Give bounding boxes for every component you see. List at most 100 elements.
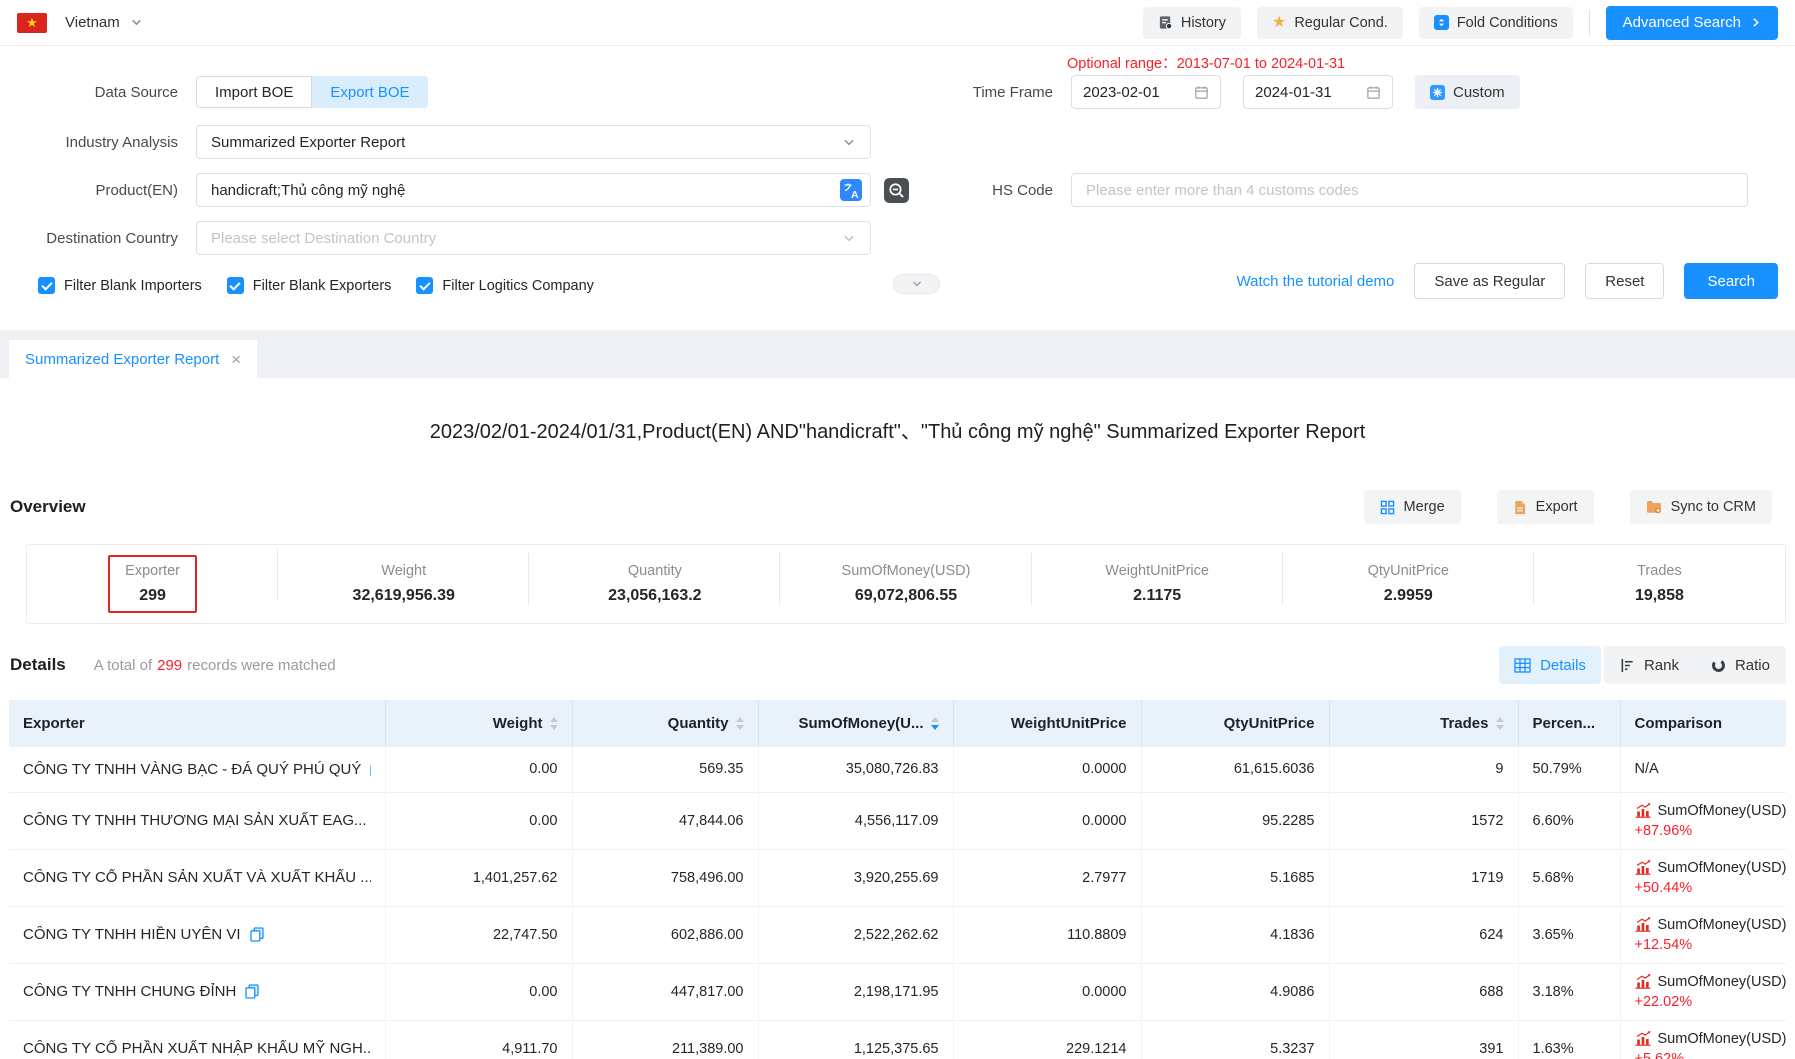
- trend-up-icon: [1635, 860, 1651, 875]
- exporter-name[interactable]: CÔNG TY TNHH CHUNG ĐỈNH: [23, 983, 236, 1000]
- column-label: Comparison: [1635, 715, 1723, 732]
- date-from-input[interactable]: 2023-02-01: [1071, 75, 1221, 109]
- cell-comparison: SumOfMoney(USD)+50.44%: [1620, 849, 1786, 906]
- stat-weight: Weight32,619,956.39: [278, 559, 529, 609]
- column-header-sum_of_money[interactable]: SumOfMoney(U...: [758, 700, 953, 747]
- filter-blank-exporters-checkbox[interactable]: Filter Blank Exporters: [227, 277, 392, 294]
- export-boe-button[interactable]: Export BOE: [312, 76, 427, 108]
- history-button[interactable]: History: [1143, 7, 1241, 39]
- copy-icon[interactable]: [245, 984, 259, 999]
- cell-trades: 1719: [1329, 849, 1518, 906]
- sort-icon[interactable]: [1496, 717, 1504, 730]
- details-heading: Details: [10, 655, 66, 675]
- translate-icon[interactable]: A: [840, 179, 862, 201]
- column-header-quantity[interactable]: Quantity: [572, 700, 758, 747]
- filter-blank-importers-checkbox[interactable]: Filter Blank Importers: [38, 277, 202, 294]
- save-as-regular-button[interactable]: Save as Regular: [1414, 263, 1565, 299]
- exporter-name[interactable]: CÔNG TY TNHH HIỀN UYÊN VI: [23, 926, 241, 943]
- column-header-qty_unit_price: QtyUnitPrice: [1141, 700, 1329, 747]
- comparison-metric: SumOfMoney(USD): [1658, 860, 1787, 876]
- destination-country-label: Destination Country: [0, 230, 178, 247]
- sort-icon[interactable]: [931, 717, 939, 730]
- sync-to-crm-button[interactable]: Sync to CRM: [1630, 490, 1772, 524]
- copy-icon[interactable]: [250, 927, 264, 942]
- ratio-donut-icon: [1711, 658, 1726, 673]
- sort-icon[interactable]: [736, 717, 744, 730]
- stat-value: 299: [125, 587, 180, 605]
- collapse-form-button[interactable]: [893, 274, 940, 294]
- custom-range-button[interactable]: Custom: [1415, 75, 1520, 109]
- exporter-name[interactable]: CÔNG TY CỔ PHẦN XUẤT NHẬP KHẨU MỸ NGH...: [23, 1040, 371, 1057]
- exporter-name[interactable]: CÔNG TY TNHH THƯƠNG MẠI SẢN XUẤT EAG...: [23, 812, 367, 829]
- chevron-down-icon: [842, 231, 856, 245]
- filter-logitics-company-checkbox[interactable]: Filter Logitics Company: [416, 277, 594, 294]
- column-label: Trades: [1440, 715, 1488, 732]
- cell-qty_unit_price: 5.1685: [1141, 849, 1329, 906]
- view-rank-button[interactable]: Rank: [1604, 646, 1695, 684]
- exporter-name[interactable]: CÔNG TY CỔ PHẦN SẢN XUẤT VÀ XUẤT KHẨU ..…: [23, 869, 371, 886]
- close-icon[interactable]: ×: [231, 351, 241, 368]
- tab-summarized-exporter-report[interactable]: Summarized Exporter Report ×: [9, 340, 257, 378]
- country-selector[interactable]: Vietnam: [65, 14, 120, 31]
- comparison-metric: SumOfMoney(USD): [1658, 974, 1787, 990]
- stat-label: Trades: [1635, 563, 1684, 579]
- view-ratio-button[interactable]: Ratio: [1695, 646, 1786, 684]
- rank-icon: [1620, 658, 1635, 673]
- cell-comparison: SumOfMoney(USD) +87.96%: [1620, 792, 1786, 849]
- history-label: History: [1181, 15, 1226, 31]
- column-label: Exporter: [23, 715, 85, 732]
- hs-code-input[interactable]: [1071, 173, 1748, 207]
- cell-weight_unit_price: 0.0000: [953, 792, 1141, 849]
- chevron-down-icon: [842, 135, 856, 149]
- tutorial-demo-link[interactable]: Watch the tutorial demo: [1237, 273, 1395, 290]
- checkbox-label: Filter Logitics Company: [442, 278, 594, 294]
- column-header-weight[interactable]: Weight: [385, 700, 572, 747]
- advanced-search-button[interactable]: Advanced Search: [1606, 6, 1778, 40]
- column-label: Weight: [493, 715, 543, 732]
- cell-exporter: CÔNG TY TNHH THƯƠNG MẠI SẢN XUẤT EAG...: [9, 792, 385, 849]
- cell-exporter: CÔNG TY CỔ PHẦN XUẤT NHẬP KHẨU MỸ NGH...: [9, 1020, 385, 1059]
- comparison-cell: SumOfMoney(USD)+5.62%: [1635, 1031, 1773, 1059]
- cell-qty_unit_price: 5.3237: [1141, 1020, 1329, 1059]
- sync-to-crm-label: Sync to CRM: [1671, 499, 1756, 515]
- custom-icon: [1430, 85, 1445, 100]
- stat-qtyunitprice: QtyUnitPrice2.9959: [1283, 559, 1534, 609]
- table-row: CÔNG TY CỔ PHẦN XUẤT NHẬP KHẨU MỸ NGH...…: [9, 1020, 1786, 1059]
- product-input[interactable]: [196, 173, 871, 207]
- exporter-name[interactable]: CÔNG TY TNHH VÀNG BẠC - ĐÁ QUÝ PHÚ QUÝ: [23, 761, 361, 778]
- cell-sum_of_money: 2,522,262.62: [758, 906, 953, 963]
- import-boe-button[interactable]: Import BOE: [196, 76, 312, 108]
- comparison-metric: SumOfMoney(USD): [1658, 803, 1787, 819]
- cell-trades: 1572: [1329, 792, 1518, 849]
- cell-weight_unit_price: 0.0000: [953, 747, 1141, 792]
- chevron-down-icon[interactable]: [130, 16, 143, 29]
- chevron-right-icon: [1750, 17, 1761, 28]
- destination-country-select[interactable]: Please select Destination Country: [196, 221, 871, 255]
- table-row: CÔNG TY TNHH VÀNG BẠC - ĐÁ QUÝ PHÚ QUÝ 0.…: [9, 747, 1786, 792]
- date-to-input[interactable]: 2024-01-31: [1243, 75, 1393, 109]
- cell-quantity: 47,844.06: [572, 792, 758, 849]
- stat-label: WeightUnitPrice: [1105, 563, 1209, 579]
- tab-label: Summarized Exporter Report: [25, 351, 219, 368]
- table-body: CÔNG TY TNHH VÀNG BẠC - ĐÁ QUÝ PHÚ QUÝ 0.…: [9, 747, 1786, 1059]
- total-count: 299: [157, 657, 182, 674]
- fold-conditions-label: Fold Conditions: [1457, 15, 1558, 31]
- search-button[interactable]: Search: [1684, 263, 1778, 299]
- checkbox-label: Filter Blank Exporters: [253, 278, 392, 294]
- industry-analysis-select[interactable]: Summarized Exporter Report: [196, 125, 871, 159]
- sort-icon[interactable]: [550, 717, 558, 730]
- industry-analysis-label: Industry Analysis: [0, 134, 178, 151]
- view-details-button[interactable]: Details: [1499, 646, 1601, 684]
- comparison-change: +87.96%: [1635, 823, 1773, 839]
- report-title: 2023/02/01-2024/01/31,Product(EN) AND"ha…: [0, 378, 1795, 444]
- trend-up-icon: [1635, 803, 1651, 818]
- fold-conditions-button[interactable]: Fold Conditions: [1419, 7, 1573, 39]
- export-button[interactable]: Export: [1497, 490, 1594, 524]
- reset-button[interactable]: Reset: [1585, 263, 1664, 299]
- cell-trades: 9: [1329, 747, 1518, 792]
- cell-weight_unit_price: 0.0000: [953, 963, 1141, 1020]
- checkbox-checked-icon: [227, 277, 244, 294]
- merge-button[interactable]: Merge: [1364, 490, 1461, 524]
- regular-cond-button[interactable]: ★ Regular Cond.: [1257, 7, 1403, 39]
- column-header-trades[interactable]: Trades: [1329, 700, 1518, 747]
